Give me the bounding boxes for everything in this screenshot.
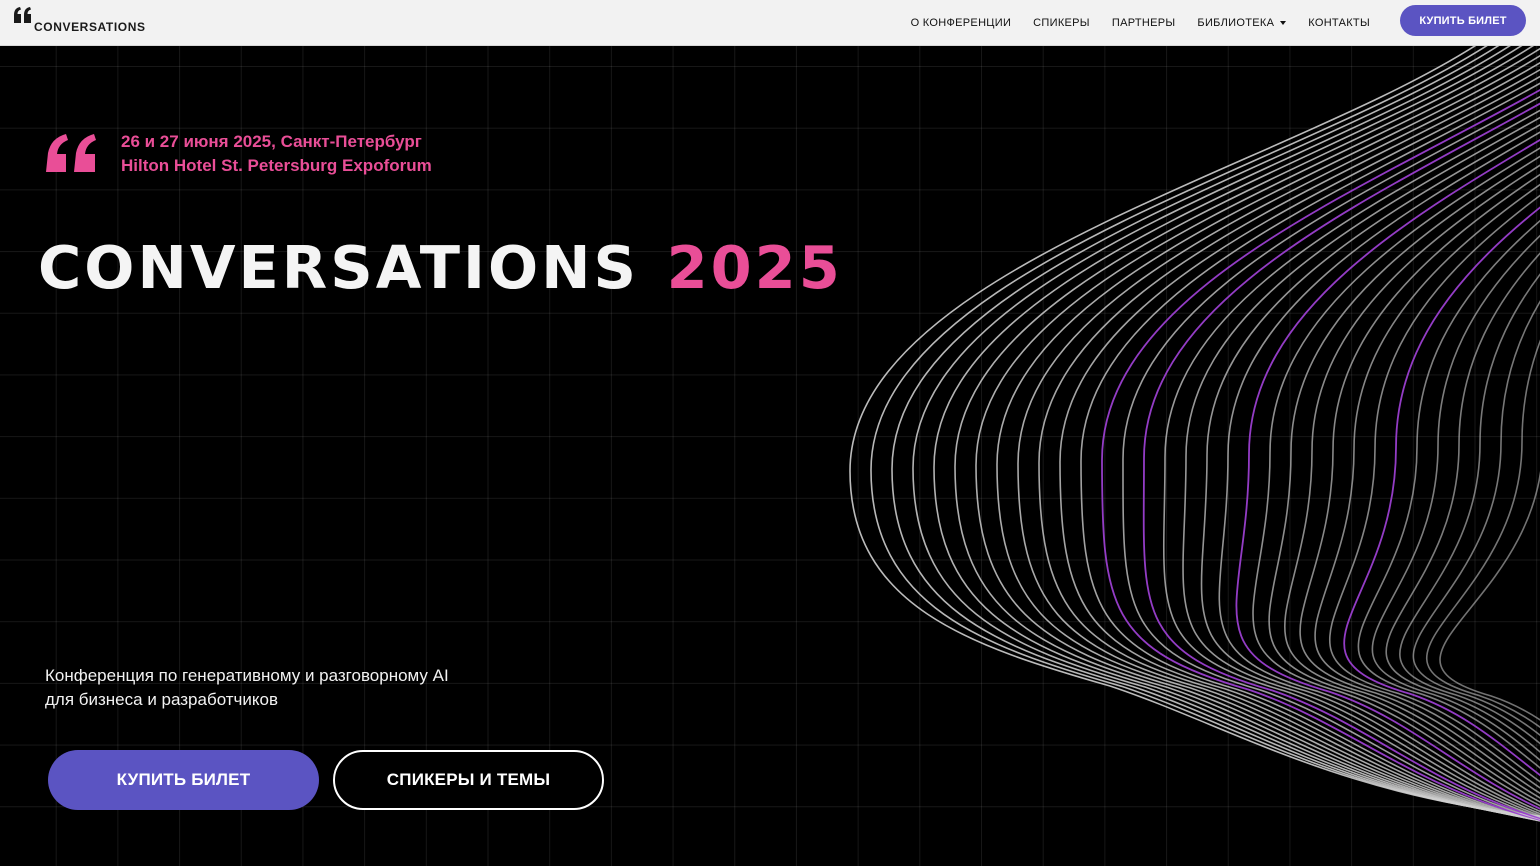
wave-line-purple (1142, 102, 1540, 820)
nav-item-contacts[interactable]: КОНТАКТЫ (1308, 17, 1370, 29)
wave-line-purple (1343, 206, 1540, 777)
wave-line (1252, 147, 1540, 807)
wave-line-purple (1101, 88, 1540, 821)
wave-line (870, 46, 1540, 818)
wave-line (912, 46, 1540, 820)
wave-line (1268, 155, 1540, 803)
wave-line (891, 46, 1540, 819)
event-date: 26 и 27 июня 2025, Санкт-Петербург (121, 132, 422, 151)
site-header: CONVERSATIONS О КОНФЕРЕНЦИИ СПИКЕРЫ ПАРТ… (0, 0, 1540, 46)
header-buy-ticket-button[interactable]: КУПИТЬ БИЛЕТ (1400, 5, 1526, 36)
wave-line (1200, 123, 1540, 815)
event-venue: Hilton Hotel St. Petersburg Expoforum (121, 156, 432, 175)
wave-line (1426, 339, 1540, 729)
wave-line (954, 46, 1540, 821)
wave-line-purple (1235, 138, 1540, 810)
wave-line (1059, 75, 1540, 822)
wave-line (1328, 194, 1540, 783)
wave-line (1182, 116, 1540, 817)
wave-line (1371, 234, 1540, 762)
nav-item-partners[interactable]: ПАРТНЕРЫ (1112, 17, 1176, 29)
tagline-line-2: для бизнеса и разработчиков (45, 690, 279, 709)
double-quote-icon (14, 7, 31, 23)
double-quote-icon (46, 134, 96, 172)
hero-title-year: 2025 (666, 233, 843, 302)
wave-line (1017, 61, 1540, 822)
event-info: 26 и 27 июня 2025, Санкт-Петербург Hilto… (121, 130, 432, 178)
wave-line (1357, 219, 1540, 769)
nav-item-speakers[interactable]: СПИКЕРЫ (1033, 17, 1090, 29)
main-nav: О КОНФЕРЕНЦИИ СПИКЕРЫ ПАРТНЕРЫ БИБЛИОТЕК… (911, 0, 1370, 46)
wave-line (849, 46, 1540, 817)
wave-line (1218, 131, 1540, 813)
caret-down-icon (1280, 21, 1287, 25)
wave-line (1038, 68, 1540, 822)
nav-item-library[interactable]: БИБЛИОТЕКА (1197, 17, 1287, 29)
wave-line (1080, 82, 1540, 822)
wave-line (1399, 273, 1540, 745)
nav-item-about[interactable]: О КОНФЕРЕНЦИИ (911, 17, 1012, 29)
wave-line (1299, 173, 1540, 795)
hero-title: CONVERSATIONS 2025 (38, 238, 843, 297)
wave-line (1284, 164, 1540, 799)
hero-title-main: CONVERSATIONS (38, 233, 640, 302)
wave-line (1439, 469, 1540, 721)
speakers-topics-button[interactable]: СПИКЕРЫ И ТЕМЫ (333, 750, 604, 810)
buy-ticket-button[interactable]: КУПИТЬ БИЛЕТ (48, 750, 319, 810)
wave-line (1314, 183, 1540, 789)
wave-line (996, 54, 1540, 822)
nav-item-library-label: БИБЛИОТЕКА (1197, 17, 1275, 29)
wave-line (1122, 95, 1540, 820)
logo-link[interactable]: CONVERSATIONS (13, 6, 146, 40)
wave-line (975, 47, 1540, 822)
wave-line (1163, 109, 1540, 818)
tagline-line-1: Конференция по генеративному и разговорн… (45, 666, 449, 685)
hero-section: 26 и 27 июня 2025, Санкт-Петербург Hilto… (0, 46, 1540, 866)
logo-text: CONVERSATIONS (34, 20, 146, 34)
wave-line (1412, 300, 1540, 737)
page: CONVERSATIONS О КОНФЕРЕНЦИИ СПИКЕРЫ ПАРТ… (0, 0, 1540, 866)
wave-line (1385, 252, 1540, 753)
wave-line (933, 46, 1540, 821)
hero-tagline: Конференция по генеративному и разговорн… (45, 664, 449, 712)
